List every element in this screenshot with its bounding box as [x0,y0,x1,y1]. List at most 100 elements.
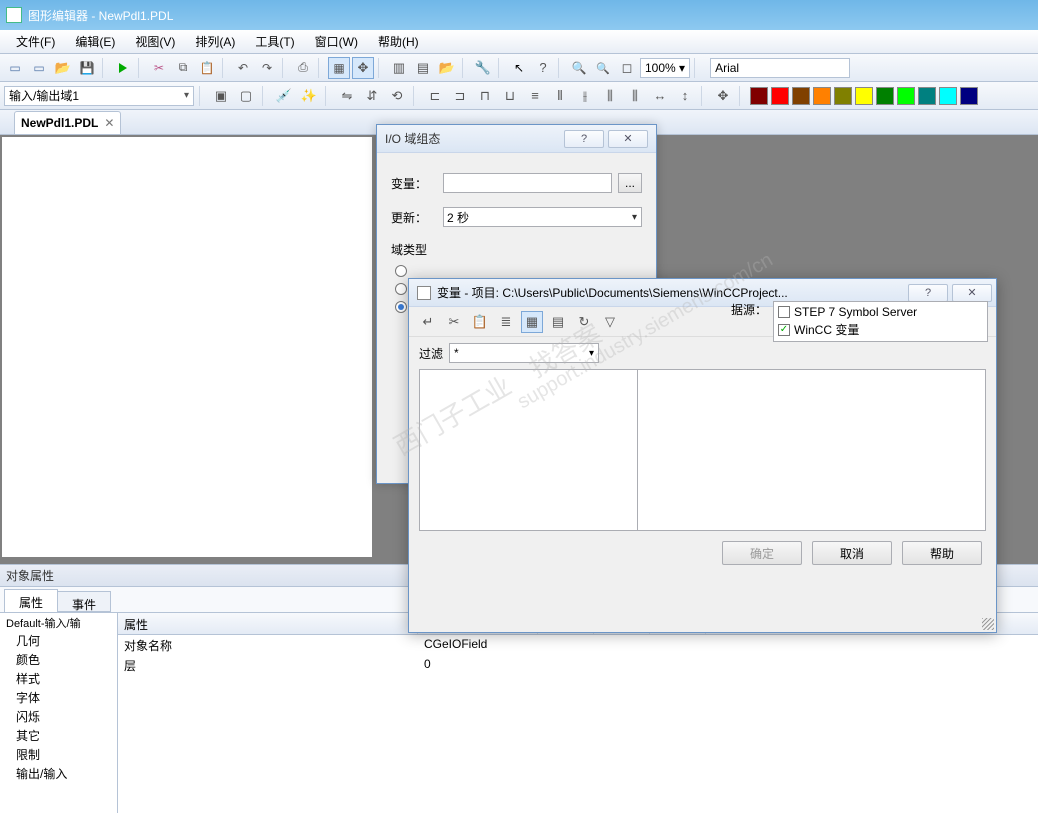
menu-window[interactable]: 窗口(W) [305,33,368,50]
color-swatch[interactable] [792,87,810,105]
tree-pane[interactable] [420,370,638,530]
dialog-close-button[interactable]: ✕ [608,130,648,148]
browse-button[interactable]: ... [618,173,642,193]
radio-option-selected[interactable] [395,301,407,313]
new-button[interactable] [4,57,26,79]
close-tab-icon[interactable]: ✕ [104,116,114,130]
size2-button[interactable]: ↕ [674,85,696,107]
tool-cut-button[interactable]: ✂ [443,311,465,333]
property-tree[interactable]: Default-输入/输 几何 颜色 样式 字体 闪烁 其它 限制 输出/输入 [0,613,118,813]
dialog-help-button[interactable]: ? [908,284,948,302]
tree-item[interactable]: 字体 [4,688,113,707]
list-pane[interactable] [638,370,985,530]
rotate-button[interactable]: ⟲ [386,85,408,107]
color-swatch[interactable] [939,87,957,105]
menu-view[interactable]: 视图(V) [125,33,185,50]
send-back-button[interactable]: ▢ [235,85,257,107]
zoom-combo[interactable]: 100% ▾ [640,58,690,78]
tool-filter-button[interactable]: ▽ [599,311,621,333]
color-swatch[interactable] [918,87,936,105]
redo-button[interactable] [256,57,278,79]
flip-h-button[interactable]: ⇋ [336,85,358,107]
color-swatch[interactable] [897,87,915,105]
open-button[interactable] [52,57,74,79]
new2-button[interactable] [28,57,50,79]
col-attr[interactable]: 属性 [118,613,418,634]
menu-file[interactable]: 文件(F) [6,33,65,50]
paste-button[interactable] [196,57,218,79]
tool-up-button[interactable]: ↵ [417,311,439,333]
color-swatch[interactable] [813,87,831,105]
update-select[interactable]: 2 秒 [443,207,642,227]
align2-button[interactable]: ⊐ [449,85,471,107]
checkbox[interactable] [778,306,790,318]
dialog-help-button[interactable]: ? [564,130,604,148]
checkbox-checked[interactable]: ✓ [778,324,790,336]
grid-button[interactable] [328,57,350,79]
folder-button[interactable] [436,57,458,79]
dialog-titlebar[interactable]: I/O 域组态 ? ✕ [377,125,656,153]
tab-attributes[interactable]: 属性 [4,589,58,612]
tool-view1-button[interactable]: ≣ [495,311,517,333]
color-swatch[interactable] [750,87,768,105]
cut-button[interactable] [148,57,170,79]
move-button[interactable]: ✥ [712,85,734,107]
ok-button[interactable]: 确定 [722,541,802,565]
zoomout-button[interactable] [592,57,614,79]
dist1-button[interactable]: ⫼ [599,85,621,107]
help-point-button[interactable]: ? [532,57,554,79]
font-combo[interactable]: Arial [710,58,850,78]
filter-combo[interactable]: * [449,343,599,363]
tree-item[interactable]: 几何 [4,631,113,650]
color-swatch[interactable] [834,87,852,105]
radio-option[interactable] [395,265,407,277]
tool-refresh-button[interactable]: ↻ [573,311,595,333]
variable-input[interactable] [443,173,612,193]
color-swatch[interactable] [960,87,978,105]
tool1-button[interactable]: 🔧 [472,57,494,79]
pointer-button[interactable] [508,57,530,79]
tab-events[interactable]: 事件 [57,591,111,612]
tool-view3-button[interactable]: ▤ [547,311,569,333]
list1-button[interactable]: ▥ [388,57,410,79]
tree-item[interactable]: 样式 [4,669,113,688]
table-row[interactable]: 对象名称 CGeIOField [118,635,1038,655]
tree-item[interactable]: 其它 [4,726,113,745]
zoomfit-button[interactable]: ◻ [616,57,638,79]
tree-item[interactable]: 闪烁 [4,707,113,726]
tool-paste-button[interactable]: 📋 [469,311,491,333]
bring-front-button[interactable]: ▣ [210,85,232,107]
wand-button[interactable]: ✨ [298,85,320,107]
print-button[interactable] [292,57,314,79]
align7-button[interactable]: ⫲ [574,85,596,107]
tree-item[interactable]: 输出/输入 [4,764,113,783]
align6-button[interactable]: ⫴ [549,85,571,107]
undo-button[interactable] [232,57,254,79]
object-combo[interactable]: 输入/输出域1 [4,86,194,106]
align5-button[interactable]: ≡ [524,85,546,107]
size1-button[interactable]: ↔ [649,85,671,107]
dropper-button[interactable]: 💉 [273,85,295,107]
align1-button[interactable]: ⊏ [424,85,446,107]
flip-v-button[interactable]: ⇵ [361,85,383,107]
menu-tools[interactable]: 工具(T) [245,33,304,50]
dist2-button[interactable]: ⫼ [624,85,646,107]
snap-button[interactable]: ✥ [352,57,374,79]
color-swatch[interactable] [855,87,873,105]
menu-help[interactable]: 帮助(H) [368,33,429,50]
menu-edit[interactable]: 编辑(E) [65,33,125,50]
zoomin-button[interactable] [568,57,590,79]
list2-button[interactable]: ▤ [412,57,434,79]
align3-button[interactable]: ⊓ [474,85,496,107]
tree-item[interactable]: 颜色 [4,650,113,669]
tool-view2-button[interactable]: ▦ [521,311,543,333]
tree-root[interactable]: Default-输入/输 [4,615,113,631]
resize-grip-icon[interactable] [982,618,994,630]
cancel-button[interactable]: 取消 [812,541,892,565]
save-button[interactable] [76,57,98,79]
color-swatch[interactable] [771,87,789,105]
align4-button[interactable]: ⊔ [499,85,521,107]
color-swatch[interactable] [876,87,894,105]
canvas-page[interactable] [2,137,372,557]
document-tab[interactable]: NewPdl1.PDL ✕ [14,111,121,134]
